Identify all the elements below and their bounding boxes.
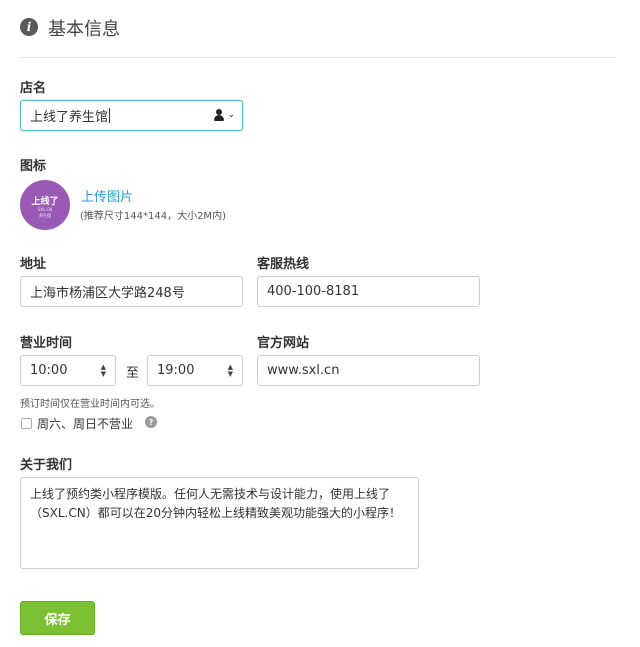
logo-label: 图标 bbox=[20, 159, 47, 174]
time-range-separator: 至 bbox=[126, 366, 140, 381]
start-time-value: 10:00 bbox=[30, 363, 68, 378]
avatar-subtext-2: 养生馆 bbox=[39, 213, 51, 218]
weekend-closed-checkbox[interactable] bbox=[21, 418, 32, 429]
info-icon: i bbox=[20, 18, 38, 36]
booking-hours-hint: 预订时间仅在营业时间内可选。 bbox=[20, 399, 160, 410]
chevron-down-icon: ⌄ bbox=[227, 109, 235, 120]
save-button[interactable]: 保存 bbox=[20, 601, 95, 635]
end-time-value: 19:00 bbox=[157, 363, 195, 378]
shop-name-label: 店名 bbox=[20, 81, 47, 96]
upload-size-hint: (推荐尺寸144*144，大小2M内) bbox=[80, 211, 226, 222]
help-icon[interactable]: ? bbox=[145, 416, 157, 428]
hotline-input[interactable]: 400-100-8181 bbox=[257, 276, 480, 307]
hotline-value: 400-100-8181 bbox=[267, 284, 360, 299]
end-time-select[interactable]: 19:00 ▲ ▼ bbox=[147, 355, 243, 386]
spinner-icon: ▲ ▼ bbox=[227, 362, 233, 378]
header-divider bbox=[20, 57, 616, 58]
weekend-closed-label: 周六、周日不营业 bbox=[37, 417, 134, 431]
hotline-label: 客服热线 bbox=[257, 257, 310, 272]
avatar-text: 上线了 bbox=[31, 197, 59, 207]
shop-avatar: 上线了 SXL.CN 养生馆 bbox=[20, 180, 70, 230]
text-caret bbox=[109, 108, 111, 123]
website-input[interactable]: www.sxl.cn bbox=[257, 355, 480, 386]
shop-name-input[interactable]: 上线了养生馆 ⌄ bbox=[20, 100, 243, 131]
spinner-icon: ▲ ▼ bbox=[100, 362, 106, 378]
address-input[interactable]: 上海市杨浦区大学路248号 bbox=[20, 276, 243, 307]
upload-image-link[interactable]: 上传图片 bbox=[81, 186, 133, 205]
address-label: 地址 bbox=[20, 257, 47, 272]
avatar-subtext: SXL.CN bbox=[37, 207, 53, 212]
about-textarea[interactable]: 上线了预约类小程序模版。任何人无需技术与设计能力，使用上线了（SXL.CN）都可… bbox=[20, 477, 419, 569]
user-dropdown-icon[interactable]: ⌄ bbox=[213, 109, 235, 121]
address-value: 上海市杨浦区大学路248号 bbox=[30, 286, 185, 301]
business-hours-label: 营业时间 bbox=[20, 336, 73, 351]
website-label: 官方网站 bbox=[257, 336, 310, 351]
start-time-select[interactable]: 10:00 ▲ ▼ bbox=[20, 355, 116, 386]
about-label: 关于我们 bbox=[20, 458, 73, 473]
website-value: www.sxl.cn bbox=[267, 363, 340, 378]
shop-name-value: 上线了养生馆 bbox=[30, 110, 109, 125]
user-icon bbox=[213, 109, 225, 121]
page-title: 基本信息 bbox=[48, 19, 120, 40]
